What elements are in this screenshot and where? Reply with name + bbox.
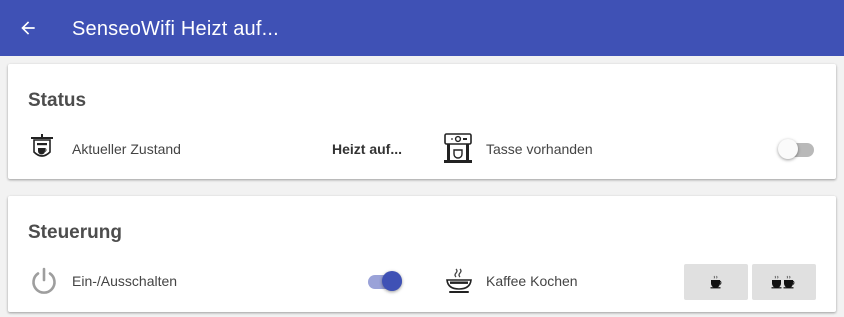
page-title: SenseoWifi Heizt auf... (72, 18, 279, 40)
control-card: Steuerung Ein-/Ausschalten Kaffee Kochen (8, 196, 836, 312)
cup-present-label: Tasse vorhanden (486, 141, 593, 157)
brew-coffee-label: Kaffee Kochen (486, 273, 578, 289)
brew-one-cup-button[interactable] (684, 264, 748, 300)
arrow-left-icon (21, 21, 35, 35)
coffee-machine-icon (442, 132, 474, 164)
current-state-value: Heizt auf... (331, 141, 402, 157)
current-state-label: Aktueller Zustand (72, 141, 181, 157)
toggle-thumb (382, 271, 402, 291)
app-bar: SenseoWifi Heizt auf... (0, 0, 844, 56)
coffee-sign-icon (28, 134, 56, 162)
two-cups-icon (771, 275, 795, 289)
power-icon (29, 266, 59, 296)
toggle-thumb (778, 139, 798, 159)
status-card-title: Status (28, 90, 87, 111)
back-button[interactable] (16, 16, 40, 40)
status-card: Status Aktueller Zustand Heizt auf... Ta… (8, 64, 836, 179)
power-toggle[interactable] (366, 271, 402, 291)
power-label: Ein-/Ausschalten (72, 273, 178, 289)
one-cup-icon (710, 275, 722, 289)
coffee-cup-icon (444, 266, 474, 296)
brew-two-cups-button[interactable] (752, 264, 816, 300)
cup-present-toggle[interactable] (778, 139, 814, 159)
control-card-title: Steuerung (28, 222, 122, 243)
